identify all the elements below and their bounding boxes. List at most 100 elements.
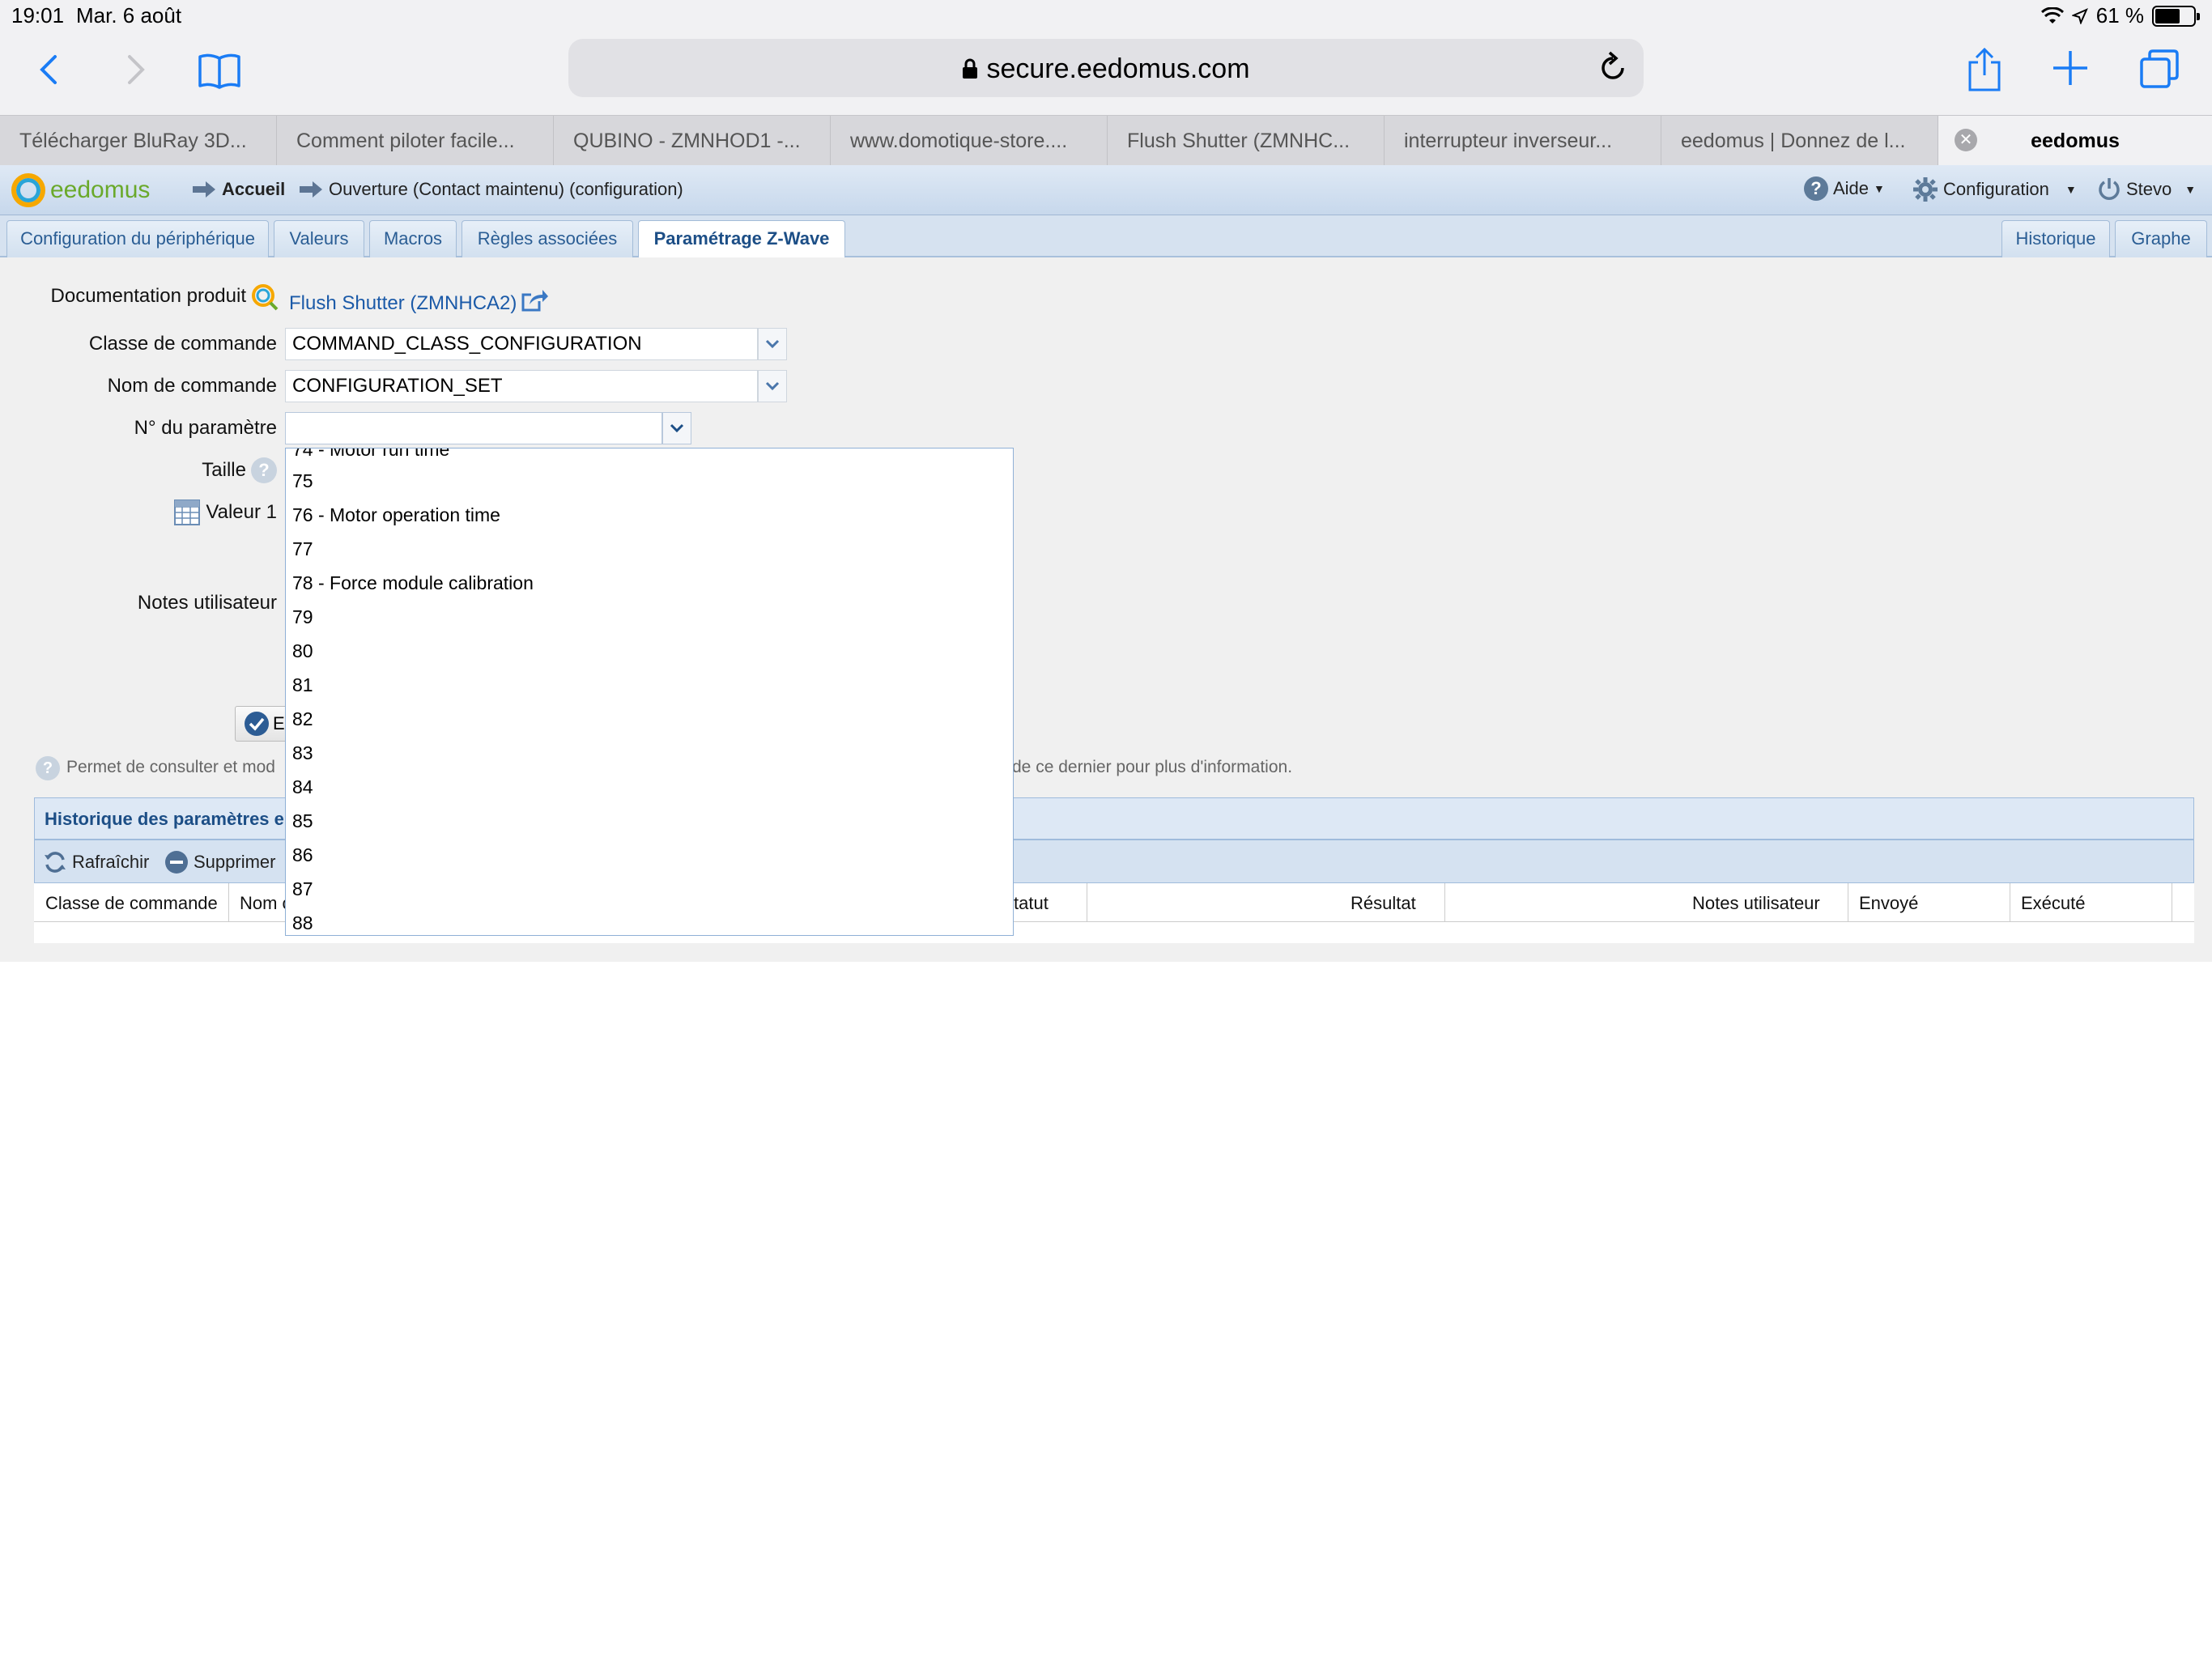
col-result[interactable]: Résultat [1351, 893, 1416, 914]
doc-link[interactable]: Flush Shutter (ZMNHCA2) [289, 292, 517, 315]
browser-tab[interactable]: eedomus | Donnez de l... [1661, 116, 1938, 166]
external-link-icon[interactable] [521, 288, 549, 312]
address-bar[interactable]: secure.eedomus.com [568, 39, 1644, 97]
param-number-select[interactable] [285, 412, 662, 444]
tab-rules[interactable]: Règles associées [462, 220, 633, 257]
minus-circle-icon [165, 851, 188, 874]
col-command-class[interactable]: Classe de commande [45, 893, 218, 914]
param-number-listbox[interactable]: 74 - Motor run time 75 76 - Motor operat… [285, 448, 1014, 936]
list-item[interactable]: 81 [292, 674, 313, 696]
user-notes-label: Notes utilisateur [137, 592, 277, 614]
url-text: secure.eedomus.com [986, 53, 1250, 84]
status-time: 19:01 [11, 3, 65, 28]
browser-tab[interactable]: QUBINO - ZMNHOD1 -... [554, 116, 831, 166]
user-label: Stevo [2126, 179, 2172, 199]
app-header: eedomus Accueil Ouverture (Contact maint… [0, 165, 2212, 215]
chevron-right-icon [128, 55, 145, 84]
book-icon [198, 53, 240, 89]
list-item[interactable]: 85 [292, 810, 313, 832]
configuration-menu[interactable]: Configuration ▼ [1912, 176, 2077, 202]
command-class-label: Classe de commande [88, 333, 277, 355]
chevron-down-icon [765, 339, 780, 349]
browser-tab[interactable]: www.domotique-store.... [831, 116, 1108, 166]
battery-icon [2152, 5, 2200, 27]
gear-icon [1913, 177, 1938, 202]
value1-label: Valeur 1 [206, 501, 277, 523]
command-name-dropdown-button[interactable] [758, 370, 787, 402]
chevron-left-icon [40, 55, 57, 84]
new-tab-button[interactable] [2050, 47, 2091, 89]
col-status[interactable]: tatut [1014, 893, 1049, 914]
list-item[interactable]: 79 [292, 606, 313, 628]
breadcrumb-home[interactable]: Accueil [193, 179, 285, 200]
table-icon[interactable] [173, 499, 201, 526]
command-name-select[interactable]: CONFIGURATION_SET [285, 370, 758, 402]
tab-device-config[interactable]: Configuration du périphérique [6, 220, 269, 257]
caret-down-icon: ▼ [1874, 182, 1885, 195]
list-item[interactable]: 82 [292, 708, 313, 730]
size-label: Taille [202, 459, 246, 481]
status-date: Mar. 6 août [76, 3, 182, 28]
list-item[interactable]: 88 [292, 912, 313, 934]
battery-percent: 61 % [2095, 3, 2144, 28]
delete-button[interactable]: Supprimer [164, 850, 275, 874]
list-item[interactable]: 77 [292, 538, 313, 560]
history-title: Historique des paramètres e [45, 809, 284, 829]
list-item[interactable]: 74 - Motor run time [292, 449, 449, 461]
logo-ring-icon [11, 173, 45, 207]
tab-macros[interactable]: Macros [369, 220, 457, 257]
doc-label: Documentation produit [50, 285, 246, 307]
browser-tab[interactable]: interrupteur inverseur... [1385, 116, 1661, 166]
list-item[interactable]: 75 [292, 470, 313, 492]
bookmarks-button[interactable] [194, 49, 245, 92]
command-class-select[interactable]: COMMAND_CLASS_CONFIGURATION [285, 328, 758, 360]
send-button[interactable]: E [235, 706, 291, 742]
list-item[interactable]: 87 [292, 878, 313, 900]
power-icon [2099, 178, 2120, 200]
col-executed[interactable]: Exécuté [2021, 893, 2086, 914]
share-button[interactable] [1964, 45, 2005, 94]
url-display: secure.eedomus.com [568, 53, 1644, 85]
eedomus-logo[interactable]: eedomus [11, 173, 150, 207]
arrow-right-icon [193, 181, 215, 198]
help-icon: ? [1804, 176, 1828, 201]
list-item[interactable]: 84 [292, 776, 313, 798]
user-menu[interactable]: Stevo ▼ [2097, 176, 2196, 202]
refresh-icon [45, 852, 66, 873]
tabs-overview-button[interactable] [2138, 47, 2181, 91]
refresh-button[interactable]: Rafraîchir [43, 850, 149, 874]
info-text-left: Permet de consulter et mod [66, 758, 275, 776]
forward-button[interactable] [120, 52, 152, 87]
plus-icon [2053, 51, 2087, 85]
caret-down-icon: ▼ [2184, 183, 2197, 196]
command-class-dropdown-button[interactable] [758, 328, 787, 360]
list-item[interactable]: 83 [292, 742, 313, 764]
caret-down-icon: ▼ [2065, 183, 2077, 196]
breadcrumb-home-label: Accueil [222, 179, 286, 199]
help-icon[interactable]: ? [251, 457, 277, 483]
browser-tab[interactable]: Télécharger BluRay 3D... [0, 116, 277, 166]
col-sent[interactable]: Envoyé [1859, 893, 1918, 914]
tab-values[interactable]: Valeurs [274, 220, 364, 257]
close-tab-icon[interactable]: ✕ [1955, 129, 1977, 151]
browser-tab-active[interactable]: ✕ eedomus [1938, 116, 2212, 166]
list-item[interactable]: 78 - Force module calibration [292, 572, 534, 594]
col-user-notes[interactable]: Notes utilisateur [1692, 893, 1820, 914]
tab-history[interactable]: Historique [2001, 220, 2110, 257]
tab-zwave-settings[interactable]: Paramétrage Z-Wave [638, 220, 845, 259]
tab-graph[interactable]: Graphe [2115, 220, 2207, 257]
list-item[interactable]: 80 [292, 640, 313, 662]
browser-tab[interactable]: Comment piloter facile... [277, 116, 554, 166]
list-item[interactable]: 76 - Motor operation time [292, 504, 500, 526]
doc-search-icon [252, 284, 279, 311]
col-command-name[interactable]: Nom c [240, 893, 291, 914]
status-bar: 19:01 Mar. 6 août 61 % [0, 0, 2212, 34]
list-item[interactable]: 86 [292, 844, 313, 866]
param-number-dropdown-button[interactable] [662, 412, 691, 444]
reload-button[interactable] [1598, 50, 1627, 87]
help-menu[interactable]: ? Aide ▼ [1804, 176, 1885, 201]
active-tab-label: eedomus [2031, 130, 2120, 152]
back-button[interactable] [32, 52, 65, 87]
refresh-label: Rafraîchir [72, 852, 150, 872]
browser-tab[interactable]: Flush Shutter (ZMNHC... [1108, 116, 1385, 166]
